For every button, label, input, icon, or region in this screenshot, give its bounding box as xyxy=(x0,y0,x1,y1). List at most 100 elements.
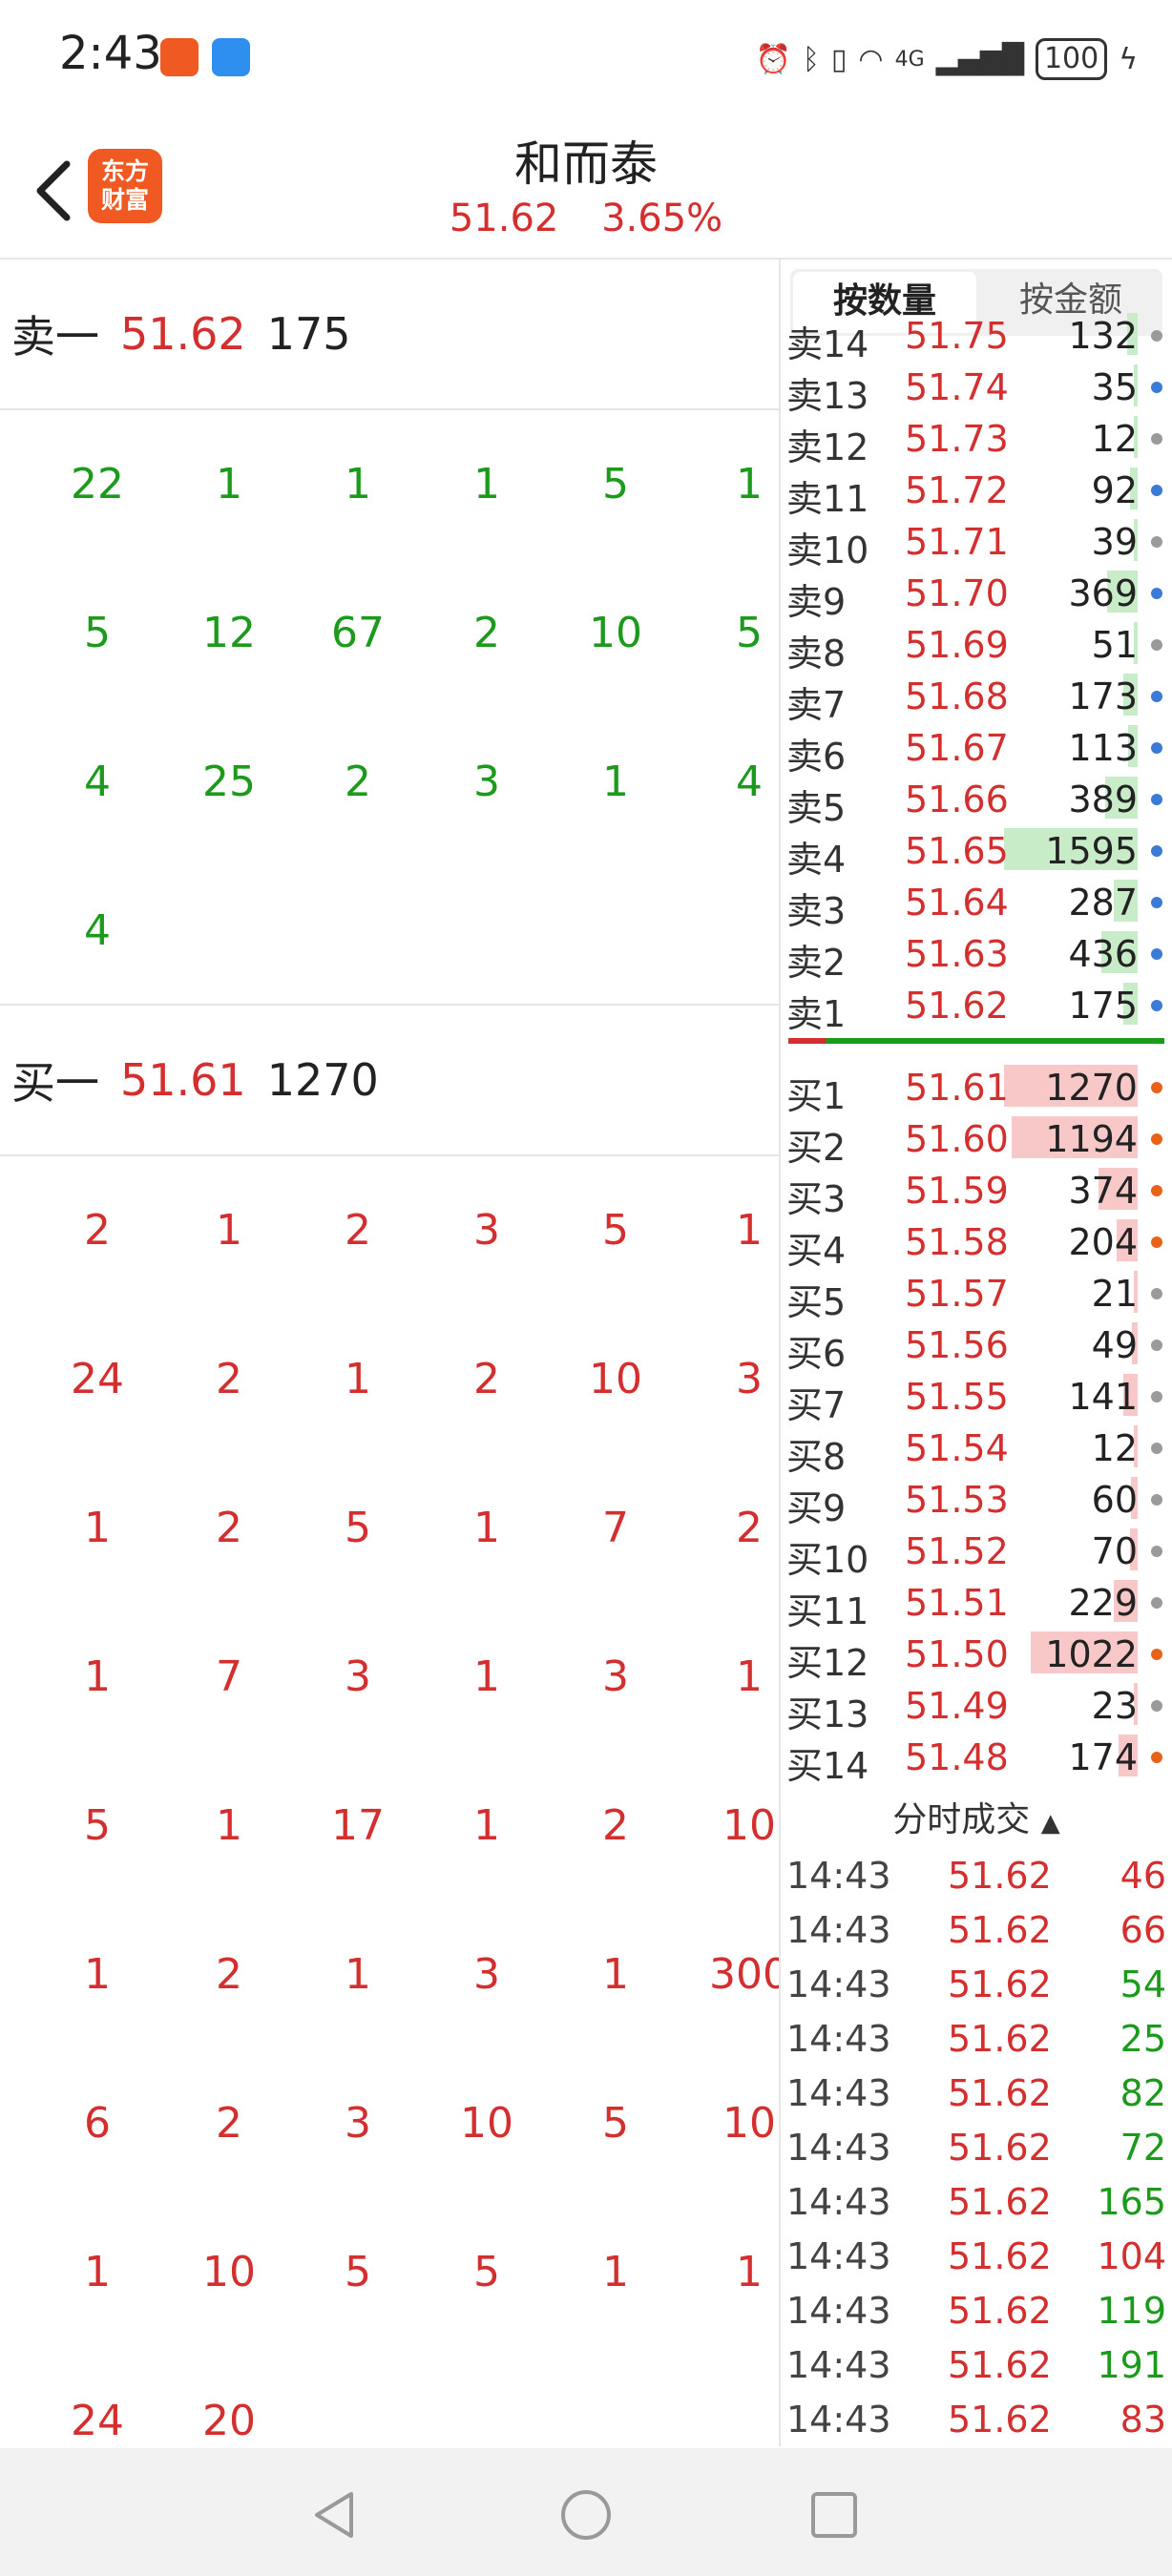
ask-level-label: 卖11 xyxy=(786,478,869,520)
buy-queue-volume: 5 xyxy=(345,1504,371,1552)
bid-level-volume: 70 xyxy=(1091,1530,1138,1572)
ask-level-row[interactable]: 卖9 51.70 369 xyxy=(781,567,1172,623)
ask-level-row[interactable]: 卖2 51.63 436 xyxy=(781,927,1172,984)
ask-level-row[interactable]: 卖6 51.67 113 xyxy=(781,721,1172,778)
ask-level-volume: 92 xyxy=(1091,469,1138,511)
bid-level-row[interactable]: 买9 51.53 60 xyxy=(781,1473,1172,1529)
trade-time: 14:43 xyxy=(786,2290,891,2332)
ask-level-price: 51.75 xyxy=(905,315,1009,357)
ask-level-label: 卖6 xyxy=(786,736,847,778)
trade-volume: 54 xyxy=(1120,1963,1166,2005)
bid-level-row[interactable]: 买6 51.56 49 xyxy=(781,1319,1172,1375)
trade-row: 14:43 51.62 54 xyxy=(781,1956,1172,2010)
bid-level-row[interactable]: 买1 51.61 1270 xyxy=(781,1061,1172,1117)
bid-level-row[interactable]: 买2 51.60 1194 xyxy=(781,1112,1172,1169)
trade-price: 51.62 xyxy=(948,2344,1052,2386)
bid-level-row[interactable]: 买8 51.54 12 xyxy=(781,1422,1172,1478)
price-line: 51.62 3.65% xyxy=(0,197,1172,240)
bid-level-row[interactable]: 买3 51.59 374 xyxy=(781,1164,1172,1220)
buy-queue-volume: 2 xyxy=(736,1504,763,1552)
ask-level-row[interactable]: 卖13 51.74 35 xyxy=(781,361,1172,417)
buy1-label: 买一 xyxy=(11,1057,99,1109)
ask-level-row[interactable]: 卖14 51.75 132 xyxy=(781,309,1172,365)
bid-level-label: 买3 xyxy=(786,1178,847,1220)
buy1-row: 买一 51.61 1270 xyxy=(0,1006,779,1156)
status-dot-icon xyxy=(1151,1236,1162,1248)
bid-level-label: 买1 xyxy=(786,1075,847,1117)
sell-queue-volume: 5 xyxy=(84,609,111,657)
bid-level-label: 买12 xyxy=(786,1642,869,1684)
ask-level-label: 卖8 xyxy=(786,633,847,675)
bid-level-row[interactable]: 买14 51.48 174 xyxy=(781,1731,1172,1787)
bid-level-volume: 1194 xyxy=(1045,1118,1138,1160)
trade-price: 51.62 xyxy=(948,1963,1052,2005)
bid-level-row[interactable]: 买13 51.49 23 xyxy=(781,1679,1172,1735)
ask-level-row[interactable]: 卖8 51.69 51 xyxy=(781,618,1172,675)
header: 东方 财富 和而泰 51.62 3.65% xyxy=(0,114,1172,258)
ask-level-price: 51.69 xyxy=(905,624,1009,666)
signal-icon: ▂▄▆█ xyxy=(935,42,1024,76)
buy-queue-volume: 24 xyxy=(71,1355,124,1403)
sell-queue-volume: 10 xyxy=(589,609,642,657)
buy-queue-volume: 2 xyxy=(216,1504,242,1552)
status-dot-icon xyxy=(1151,433,1162,445)
ask-level-row[interactable]: 卖3 51.64 287 xyxy=(781,876,1172,932)
ask-level-row[interactable]: 卖4 51.65 1595 xyxy=(781,824,1172,881)
nav-recents-icon[interactable] xyxy=(806,2486,863,2544)
trade-time: 14:43 xyxy=(786,2018,891,2060)
ask-level-row[interactable]: 卖1 51.62 175 xyxy=(781,979,1172,1035)
sell-queue-volume: 2 xyxy=(345,758,371,806)
buy1-volume: 1270 xyxy=(266,1054,379,1106)
buy-queue-volume: 1 xyxy=(84,1504,111,1552)
buy-queue-volume: 2 xyxy=(216,1355,242,1403)
trade-price: 51.62 xyxy=(948,1909,1052,1951)
nav-home-icon[interactable] xyxy=(557,2486,615,2544)
ask-level-label: 卖13 xyxy=(786,375,869,417)
sell-queue-volume: 22 xyxy=(71,460,124,509)
buy-queue-volume: 2 xyxy=(84,1206,111,1255)
bid-level-row[interactable]: 买5 51.57 21 xyxy=(781,1267,1172,1323)
ask-level-volume: 287 xyxy=(1068,882,1138,924)
sell1-volume: 175 xyxy=(266,308,351,360)
status-dot-icon xyxy=(1151,1288,1162,1299)
buy-queue-volume: 1 xyxy=(345,1355,371,1403)
ask-level-row[interactable]: 卖5 51.66 389 xyxy=(781,773,1172,829)
trade-row: 14:43 51.62 66 xyxy=(781,1901,1172,1956)
ask-level-volume: 12 xyxy=(1091,418,1138,460)
ask-level-row[interactable]: 卖11 51.72 92 xyxy=(781,464,1172,520)
trade-price: 51.62 xyxy=(948,2290,1052,2332)
status-dot-icon xyxy=(1151,1752,1162,1763)
trade-time: 14:43 xyxy=(786,1855,891,1897)
ask-level-row[interactable]: 卖12 51.73 12 xyxy=(781,412,1172,468)
vibrate-icon: ▯ xyxy=(830,42,848,76)
trades-header[interactable]: 分时成交 ▲ xyxy=(781,1792,1172,1841)
sell1-label: 卖一 xyxy=(11,311,99,363)
buy-sell-ratio-bar xyxy=(788,1038,1164,1044)
bid-level-row[interactable]: 买11 51.51 229 xyxy=(781,1576,1172,1632)
bid-level-row[interactable]: 买7 51.55 141 xyxy=(781,1370,1172,1426)
buy-queue-volume: 1 xyxy=(84,2248,111,2296)
buy-queue-volume: 10 xyxy=(202,2248,256,2296)
nav-back-icon[interactable] xyxy=(305,2486,363,2544)
status-dot-icon xyxy=(1151,1082,1162,1093)
sell-queue-volume: 2 xyxy=(473,609,500,657)
status-dot-icon xyxy=(1151,794,1162,805)
bid-level-price: 51.57 xyxy=(905,1273,1009,1315)
status-dot-icon xyxy=(1151,742,1162,754)
bid-level-row[interactable]: 买10 51.52 70 xyxy=(781,1525,1172,1581)
ask-level-row[interactable]: 卖7 51.68 173 xyxy=(781,670,1172,726)
bid-level-label: 买8 xyxy=(786,1436,847,1478)
bid-level-row[interactable]: 买4 51.58 204 xyxy=(781,1215,1172,1272)
bid-level-row[interactable]: 买12 51.50 1022 xyxy=(781,1628,1172,1684)
charging-icon: ϟ xyxy=(1119,42,1138,76)
ask-level-price: 51.66 xyxy=(905,779,1009,821)
buy-queue-volume: 3 xyxy=(345,1652,371,1701)
bid-level-price: 51.59 xyxy=(905,1170,1009,1212)
bid-level-volume: 12 xyxy=(1091,1427,1138,1469)
ask-level-row[interactable]: 卖10 51.71 39 xyxy=(781,515,1172,571)
trade-row: 14:43 51.62 46 xyxy=(781,1847,1172,1901)
ask-level-label: 卖5 xyxy=(786,787,847,829)
buy-queue-volume: 6 xyxy=(84,2099,111,2148)
bid-level-price: 51.56 xyxy=(905,1324,1009,1366)
sell-queue-volume: 5 xyxy=(736,609,763,657)
